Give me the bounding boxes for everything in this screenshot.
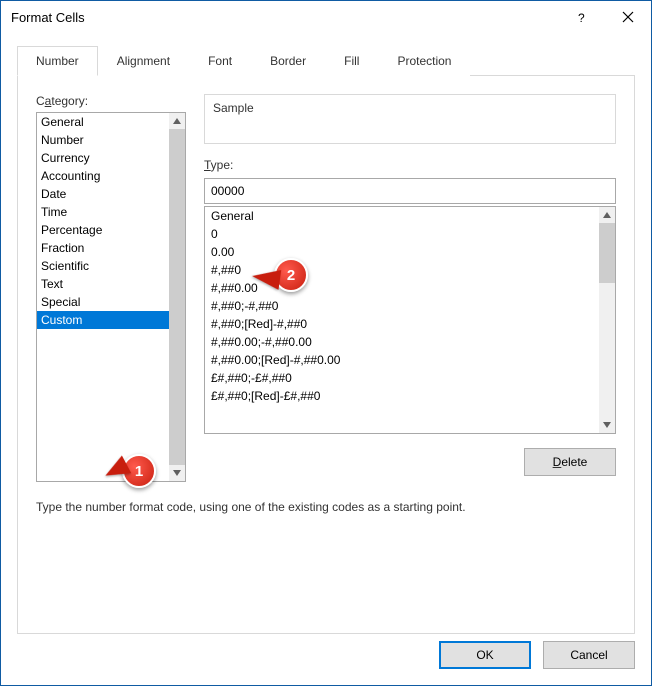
tab-font[interactable]: Font (189, 46, 251, 76)
format-item[interactable]: 0 (205, 225, 599, 243)
scroll-thumb[interactable] (169, 129, 185, 465)
type-label: Type: (204, 158, 616, 172)
category-item[interactable]: General (37, 113, 169, 131)
format-item[interactable]: 0.00 (205, 243, 599, 261)
tabs: Number Alignment Font Border Fill Protec… (17, 45, 635, 76)
chevron-up-icon[interactable] (169, 113, 185, 129)
dialog-title: Format Cells (11, 10, 559, 25)
format-cells-dialog: Format Cells ? Number Alignment Font Bor… (0, 0, 652, 686)
category-item[interactable]: Number (37, 131, 169, 149)
format-item[interactable]: #,##0.00;[Red]-#,##0.00 (205, 351, 599, 369)
category-item[interactable]: Date (37, 185, 169, 203)
format-scrollbar[interactable] (599, 207, 615, 433)
category-scrollbar[interactable] (169, 113, 185, 481)
tab-fill[interactable]: Fill (325, 46, 378, 76)
format-item[interactable]: General (205, 207, 599, 225)
tab-number[interactable]: Number (17, 46, 98, 76)
scroll-thumb[interactable] (599, 223, 615, 283)
help-icon: ? (576, 9, 588, 25)
chevron-up-icon[interactable] (599, 207, 615, 223)
number-panel: Category: GeneralNumberCurrencyAccountin… (17, 76, 635, 634)
format-item[interactable]: #,##0.00 (205, 279, 599, 297)
category-item[interactable]: Special (37, 293, 169, 311)
format-item[interactable]: £#,##0;-£#,##0 (205, 369, 599, 387)
format-list[interactable]: General00.00#,##0#,##0.00#,##0;-#,##0#,#… (204, 206, 616, 434)
format-item[interactable]: #,##0;-#,##0 (205, 297, 599, 315)
svg-text:?: ? (578, 11, 585, 25)
ok-button[interactable]: OK (439, 641, 531, 669)
chevron-down-icon[interactable] (599, 417, 615, 433)
sample-label: Sample (213, 101, 607, 115)
sample-group: Sample (204, 94, 616, 144)
format-item[interactable]: #,##0.00;-#,##0.00 (205, 333, 599, 351)
category-list[interactable]: GeneralNumberCurrencyAccountingDateTimeP… (36, 112, 186, 482)
help-button[interactable]: ? (559, 1, 605, 33)
category-item[interactable]: Custom (37, 311, 169, 329)
tab-protection[interactable]: Protection (378, 46, 470, 76)
format-item[interactable]: £#,##0;[Red]-£#,##0 (205, 387, 599, 405)
format-item[interactable]: #,##0;[Red]-#,##0 (205, 315, 599, 333)
category-label: Category: (36, 94, 186, 108)
category-item[interactable]: Scientific (37, 257, 169, 275)
hint-text: Type the number format code, using one o… (36, 500, 616, 514)
format-item[interactable]: #,##0 (205, 261, 599, 279)
chevron-down-icon[interactable] (169, 465, 185, 481)
close-button[interactable] (605, 1, 651, 33)
category-item[interactable]: Text (37, 275, 169, 293)
category-item[interactable]: Currency (37, 149, 169, 167)
category-item[interactable]: Accounting (37, 167, 169, 185)
tab-alignment[interactable]: Alignment (98, 46, 189, 76)
titlebar: Format Cells ? (1, 1, 651, 33)
dialog-footer: OK Cancel (439, 641, 635, 669)
tab-border[interactable]: Border (251, 46, 325, 76)
delete-button[interactable]: Delete (524, 448, 616, 476)
category-item[interactable]: Percentage (37, 221, 169, 239)
type-input[interactable] (204, 178, 616, 204)
category-item[interactable]: Fraction (37, 239, 169, 257)
category-item[interactable]: Time (37, 203, 169, 221)
close-icon (622, 11, 634, 23)
cancel-button[interactable]: Cancel (543, 641, 635, 669)
